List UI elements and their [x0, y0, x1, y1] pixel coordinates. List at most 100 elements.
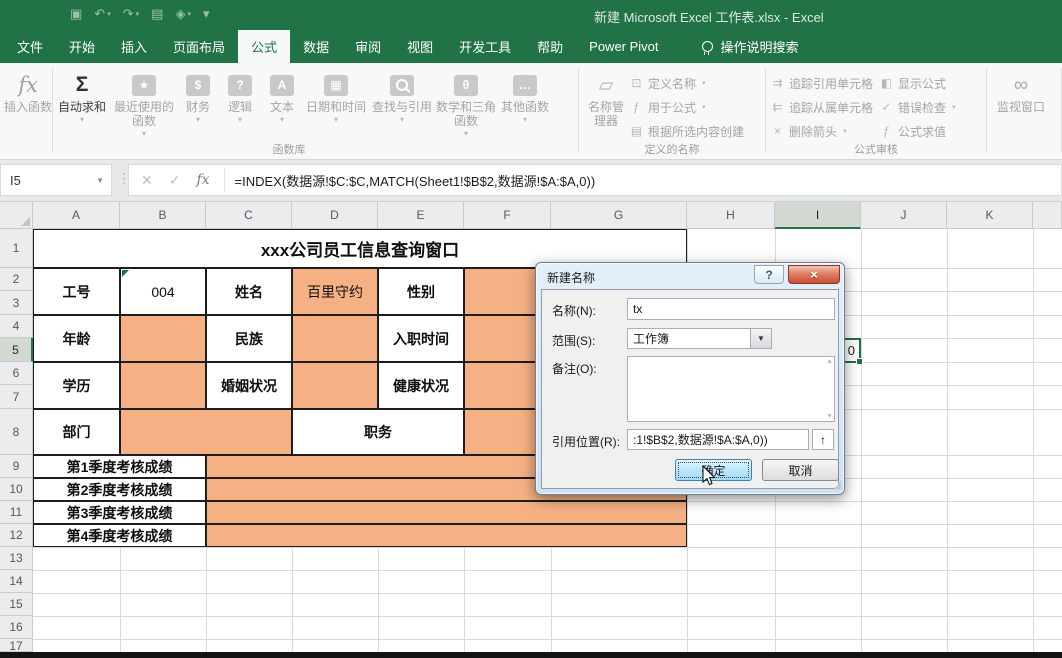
column-header-F[interactable]: F [464, 202, 551, 229]
q2-label-cell[interactable]: 第2季度考核成绩 [33, 478, 206, 501]
touch-mode-icon[interactable]: ◈▾ [175, 6, 191, 22]
department-value-cell[interactable] [120, 409, 292, 455]
column-header-I[interactable]: I [775, 202, 861, 229]
text-button[interactable]: A 文本 ▾ [261, 63, 303, 124]
column-header-G[interactable]: G [551, 202, 687, 229]
range-select-button[interactable]: ↑ [812, 429, 834, 450]
cancel-icon[interactable]: ✕ [141, 172, 153, 189]
tab-formulas[interactable]: 公式 [238, 30, 290, 63]
ethnicity-label-cell[interactable]: 民族 [206, 315, 292, 362]
row-header-10[interactable]: 10 [0, 478, 33, 501]
row-header-7[interactable]: 7 [0, 385, 33, 409]
name-box[interactable]: I5 ▼ [0, 164, 112, 196]
column-header-A[interactable]: A [33, 202, 120, 229]
use-in-formula-button[interactable]: ƒ 用于公式 ▾ [629, 95, 744, 119]
row-header-9[interactable]: 9 [0, 455, 33, 478]
redo-icon[interactable]: ↷▾ [123, 6, 139, 22]
marital-value-cell[interactable] [292, 362, 378, 409]
row-header-15[interactable]: 15 [0, 593, 33, 616]
q1-label-cell[interactable]: 第1季度考核成绩 [33, 455, 206, 478]
save-icon[interactable]: ▣ [70, 6, 82, 22]
watch-window-button[interactable]: ∞ 监视窗口 [991, 63, 1051, 115]
q3-value-cell[interactable] [206, 501, 687, 524]
column-header-H[interactable]: H [687, 202, 775, 229]
row-header-5[interactable]: 5 [0, 338, 33, 362]
define-name-button[interactable]: ⊡ 定义名称 ▾ [629, 71, 744, 95]
row-header-12[interactable]: 12 [0, 524, 33, 547]
financial-button[interactable]: $ 财务 ▾ [177, 63, 219, 124]
scroll-up-icon[interactable]: ▲ [826, 358, 833, 365]
create-from-selection-button[interactable]: ▤ 根据所选内容创建 [629, 119, 744, 143]
tab-home[interactable]: 开始 [56, 30, 108, 63]
position-label-cell[interactable]: 职务 [292, 409, 464, 455]
insert-function-button[interactable]: fx 插入函数 [4, 63, 52, 124]
column-header-C[interactable]: C [206, 202, 292, 229]
ethnicity-value-cell[interactable] [292, 315, 378, 362]
autosum-button[interactable]: Σ 自动求和 ▾ [53, 63, 111, 124]
column-header-K[interactable]: K [947, 202, 1033, 229]
name-value-cell[interactable]: 百里守约 [292, 268, 378, 315]
education-value-cell[interactable] [120, 362, 206, 409]
dialog-close-button[interactable]: × [788, 265, 840, 284]
remove-arrows-button[interactable]: × 删除箭头 ▾ [770, 119, 873, 143]
error-checking-button[interactable]: ✓ 错误检查 ▾ [879, 95, 956, 119]
undo-icon[interactable]: ↶▾ [94, 6, 110, 22]
dialog-help-button[interactable]: ? [754, 265, 784, 284]
column-header-D[interactable]: D [292, 202, 378, 229]
name-manager-button[interactable]: ▱ 名称管理器 [583, 63, 629, 129]
column-header-E[interactable]: E [378, 202, 464, 229]
column-header-partial[interactable] [1033, 202, 1062, 229]
health-label-cell[interactable]: 健康状况 [378, 362, 464, 409]
insert-function-icon[interactable]: fx [196, 172, 209, 188]
column-header-B[interactable]: B [120, 202, 206, 229]
math-trig-button[interactable]: θ 数学和三角函数 ▾ [435, 63, 497, 138]
tab-power-pivot[interactable]: Power Pivot [576, 30, 671, 63]
spreadsheet-grid[interactable]: xxx公司员工信息查询窗口 工号 004 姓名 百里守约 性别 年龄 民族 入职… [0, 202, 1062, 652]
row-header-3[interactable]: 3 [0, 291, 33, 315]
tell-me-search[interactable]: 操作说明搜索 [702, 30, 799, 63]
tab-help[interactable]: 帮助 [524, 30, 576, 63]
print-preview-icon[interactable]: ▤ [151, 6, 163, 22]
tab-developer[interactable]: 开发工具 [446, 30, 524, 63]
column-header-J[interactable]: J [861, 202, 947, 229]
row-header-4[interactable]: 4 [0, 315, 33, 338]
tab-file[interactable]: 文件 [4, 30, 56, 63]
q4-label-cell[interactable]: 第4季度考核成绩 [33, 524, 206, 547]
scroll-down-icon[interactable]: ▼ [826, 413, 833, 420]
marital-label-cell[interactable]: 婚姻状况 [206, 362, 292, 409]
comment-textarea[interactable]: ▲ ▼ [627, 356, 835, 422]
evaluate-formula-button[interactable]: ƒ 公式求值 [879, 119, 956, 143]
row-header-17[interactable]: 17 [0, 639, 33, 652]
date-time-button[interactable]: ▦ 日期和时间 ▾ [303, 63, 369, 124]
tab-insert[interactable]: 插入 [108, 30, 160, 63]
row-header-16[interactable]: 16 [0, 616, 33, 639]
recent-functions-button[interactable]: ★ 最近使用的函数 ▾ [111, 63, 177, 138]
lookup-reference-button[interactable]: 查找与引用 ▾ [369, 63, 435, 124]
formula-text[interactable]: =INDEX(数据源!$C:$C,MATCH(Sheet1!$B$2,数据源!$… [235, 171, 596, 190]
trace-dependents-button[interactable]: ⇇ 追踪从属单元格 [770, 95, 873, 119]
customize-qat-icon[interactable]: ▾ [203, 6, 210, 22]
name-input[interactable]: tx [627, 298, 835, 320]
age-label-cell[interactable]: 年龄 [33, 315, 120, 362]
row-header-6[interactable]: 6 [0, 362, 33, 385]
department-label-cell[interactable]: 部门 [33, 409, 120, 455]
cancel-button[interactable]: 取消 [762, 459, 839, 481]
age-value-cell[interactable] [120, 315, 206, 362]
scope-select[interactable]: 工作簿 ▼ [627, 328, 772, 349]
q4-value-cell[interactable] [206, 524, 687, 547]
chevron-down-icon[interactable]: ▼ [750, 329, 771, 348]
row-header-1[interactable]: 1 [0, 229, 33, 268]
gender-label-cell[interactable]: 性别 [378, 268, 464, 315]
employee-id-value-cell[interactable]: 004 [120, 268, 206, 315]
chevron-down-icon[interactable]: ▼ [96, 176, 104, 185]
tab-view[interactable]: 视图 [394, 30, 446, 63]
tab-data[interactable]: 数据 [290, 30, 342, 63]
enter-icon[interactable]: ✓ [169, 172, 181, 189]
education-label-cell[interactable]: 学历 [33, 362, 120, 409]
show-formulas-button[interactable]: ◧ 显示公式 [879, 71, 956, 95]
refers-to-input[interactable]: :1!$B$2,数据源!$A:$A,0)) [627, 429, 809, 450]
row-header-2[interactable]: 2 [0, 268, 33, 291]
logical-button[interactable]: ? 逻辑 ▾ [219, 63, 261, 124]
trace-precedents-button[interactable]: ⇉ 追踪引用单元格 [770, 71, 873, 95]
employee-id-label-cell[interactable]: 工号 [33, 268, 120, 315]
